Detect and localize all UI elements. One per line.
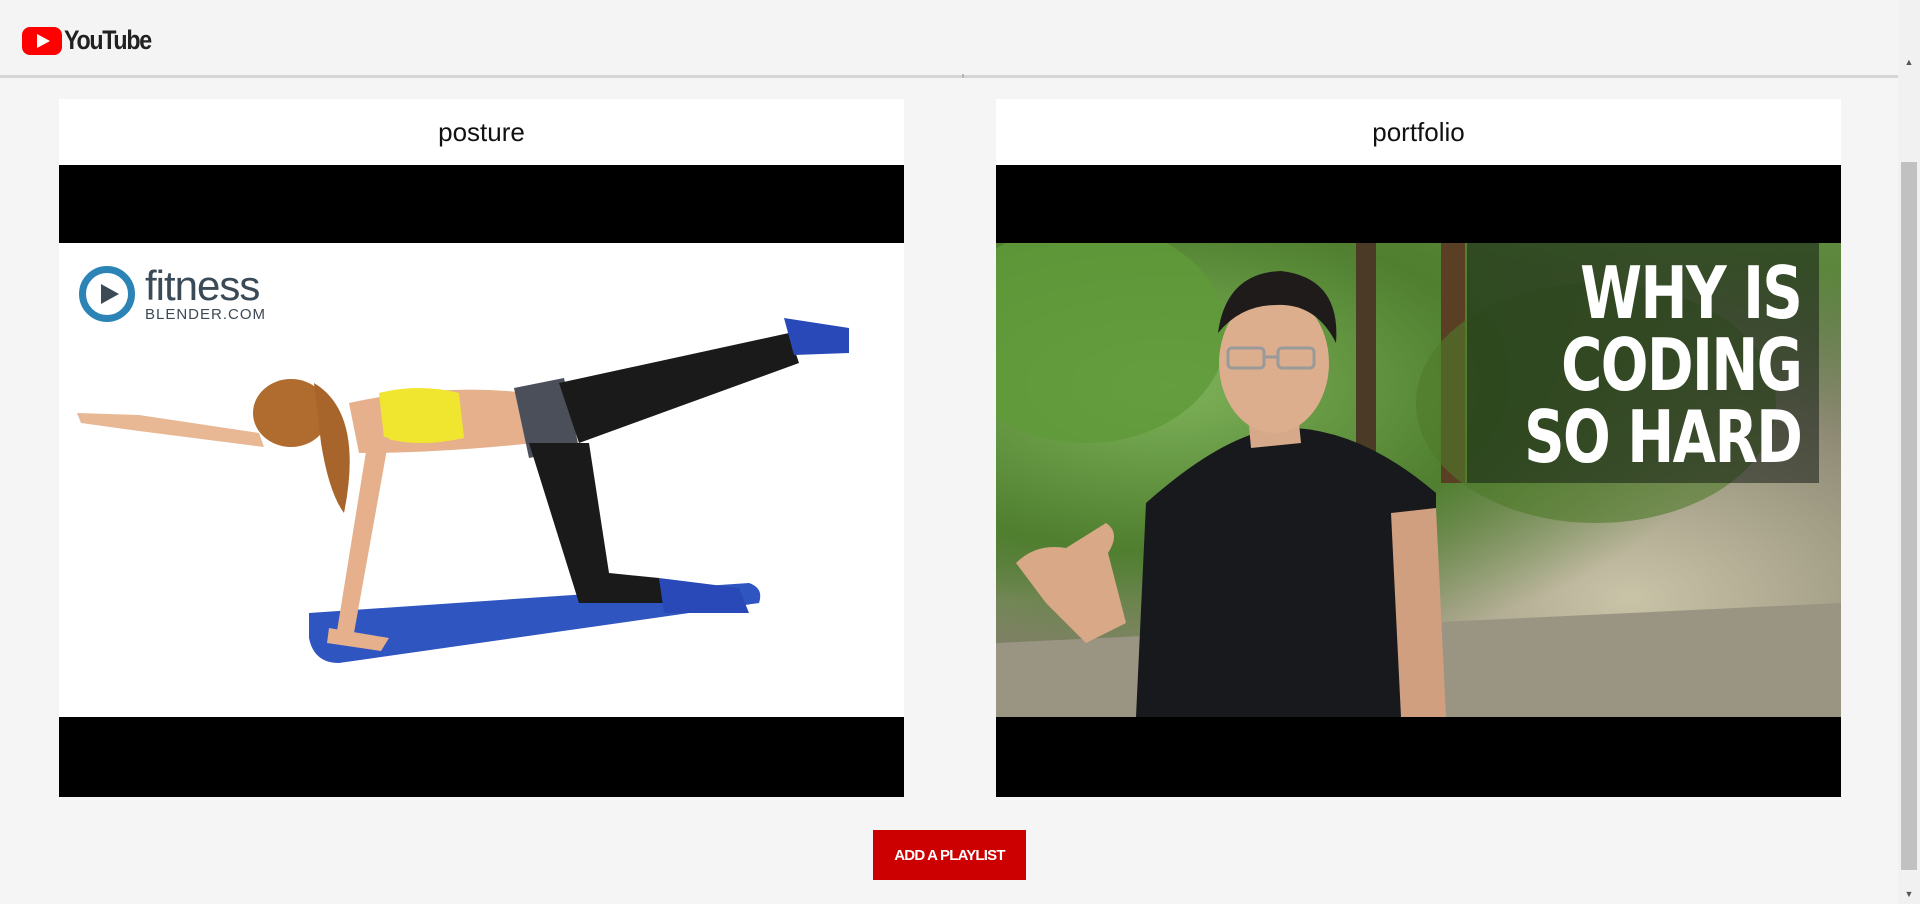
thumbnail-overlay-text: WHY IS CODING SO HARD — [1523, 251, 1803, 479]
playlist-title: posture — [438, 117, 525, 147]
overlay-line: CODING — [1560, 323, 1803, 407]
playlist-title: portfolio — [1372, 117, 1465, 147]
divider-mark — [962, 74, 964, 78]
top-header: YouTube — [0, 0, 1898, 78]
playlist-card-posture: posture fitness BLENDER.COM — [59, 99, 904, 797]
scroll-down-arrow-icon[interactable]: ▼ — [1898, 884, 1920, 904]
scrollbar-thumb[interactable] — [1901, 162, 1917, 870]
exercise-figure-illustration — [77, 318, 849, 663]
add-playlist-button[interactable]: ADD A PLAYLIST — [873, 830, 1026, 880]
overlay-line: WHY IS — [1579, 251, 1803, 335]
vertical-scrollbar[interactable]: ▲ ▼ — [1898, 0, 1920, 904]
overlay-line: SO HARD — [1523, 395, 1803, 479]
video-player[interactable]: WHY IS CODING SO HARD — [996, 165, 1841, 797]
youtube-play-icon — [22, 26, 62, 55]
scroll-up-arrow-icon[interactable]: ▲ — [1898, 52, 1920, 72]
video-thumbnail[interactable]: fitness BLENDER.COM — [59, 243, 904, 717]
youtube-logo[interactable]: YouTube — [22, 25, 165, 56]
video-thumbnail[interactable]: WHY IS CODING SO HARD — [996, 243, 1841, 717]
video-player[interactable]: fitness BLENDER.COM — [59, 165, 904, 797]
playlist-card-portfolio: portfolio WHY IS CODING SO HARD — [996, 99, 1841, 797]
logo-text: YouTube — [64, 25, 152, 55]
